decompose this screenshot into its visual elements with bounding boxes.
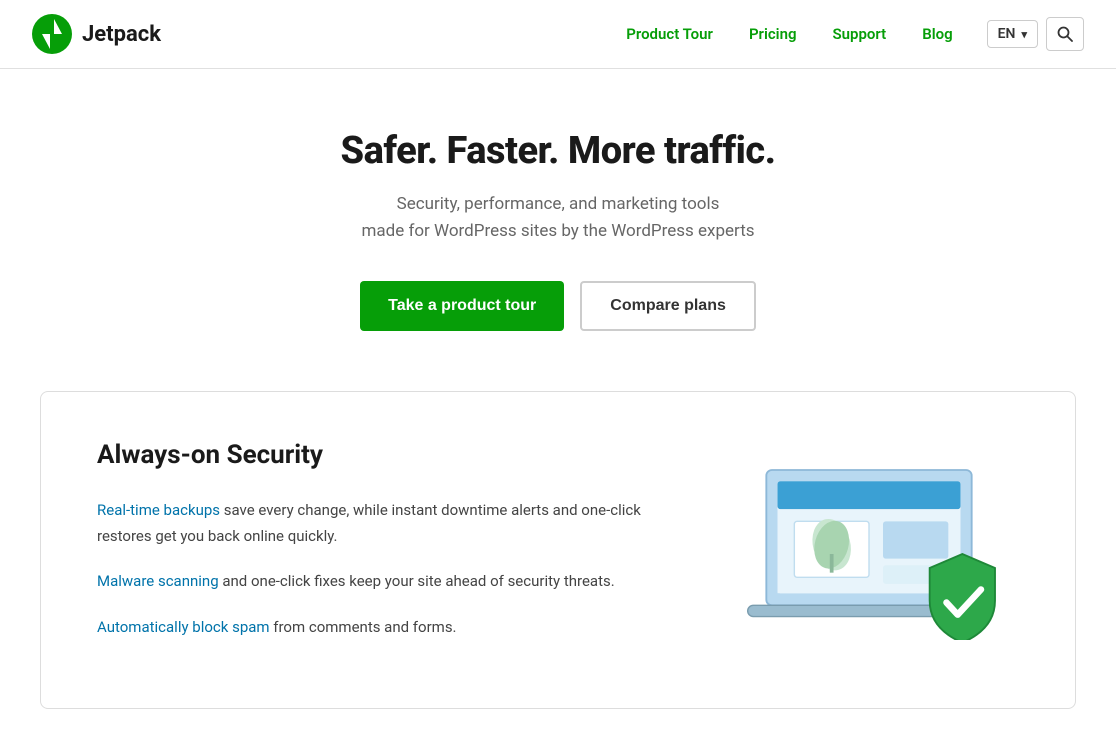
malware-scanning-link[interactable]: Malware scanning bbox=[97, 572, 219, 590]
lang-label: EN bbox=[998, 26, 1016, 42]
jetpack-logo-icon bbox=[32, 14, 72, 54]
security-paragraph-1: Real-time backups save every change, whi… bbox=[97, 498, 657, 549]
compare-plans-button[interactable]: Compare plans bbox=[580, 281, 756, 331]
card-body: Real-time backups save every change, whi… bbox=[97, 498, 657, 640]
take-product-tour-button[interactable]: Take a product tour bbox=[360, 281, 564, 331]
security-text-2: and one-click fixes keep your site ahead… bbox=[219, 572, 615, 590]
search-button[interactable] bbox=[1046, 17, 1084, 51]
hero-title: Safer. Faster. More traffic. bbox=[32, 129, 1084, 173]
security-illustration bbox=[719, 440, 1019, 640]
hero-subtitle-line1: Security, performance, and marketing too… bbox=[397, 194, 720, 214]
language-selector[interactable]: EN ▾ bbox=[987, 20, 1038, 48]
card-content: Always-on Security Real-time backups sav… bbox=[97, 440, 657, 660]
site-header: Jetpack Product Tour Pricing Support Blo… bbox=[0, 0, 1116, 69]
block-spam-link[interactable]: Automatically block spam bbox=[97, 618, 270, 636]
search-icon bbox=[1057, 26, 1073, 42]
logo-link[interactable]: Jetpack bbox=[32, 14, 161, 54]
chevron-down-icon: ▾ bbox=[1021, 28, 1027, 41]
main-nav: Product Tour Pricing Support Blog EN ▾ bbox=[612, 17, 1084, 51]
hero-section: Safer. Faster. More traffic. Security, p… bbox=[0, 69, 1116, 371]
laptop-security-icon bbox=[729, 440, 1009, 640]
hero-subtitle-line2: made for WordPress sites by the WordPres… bbox=[361, 221, 754, 241]
nav-item-support[interactable]: Support bbox=[819, 19, 901, 49]
security-paragraph-2: Malware scanning and one-click fixes kee… bbox=[97, 569, 657, 595]
nav-extras: EN ▾ bbox=[987, 17, 1084, 51]
nav-item-product-tour[interactable]: Product Tour bbox=[612, 19, 727, 49]
security-text-3: from comments and forms. bbox=[270, 618, 457, 636]
card-title: Always-on Security bbox=[97, 440, 657, 470]
logo-text: Jetpack bbox=[82, 22, 161, 47]
real-time-backups-link[interactable]: Real-time backups bbox=[97, 501, 220, 519]
nav-item-blog[interactable]: Blog bbox=[908, 19, 966, 49]
hero-subtitle: Security, performance, and marketing too… bbox=[32, 191, 1084, 245]
nav-item-pricing[interactable]: Pricing bbox=[735, 19, 811, 49]
security-card: Always-on Security Real-time backups sav… bbox=[40, 391, 1076, 709]
security-paragraph-3: Automatically block spam from comments a… bbox=[97, 615, 657, 641]
hero-buttons: Take a product tour Compare plans bbox=[32, 281, 1084, 331]
